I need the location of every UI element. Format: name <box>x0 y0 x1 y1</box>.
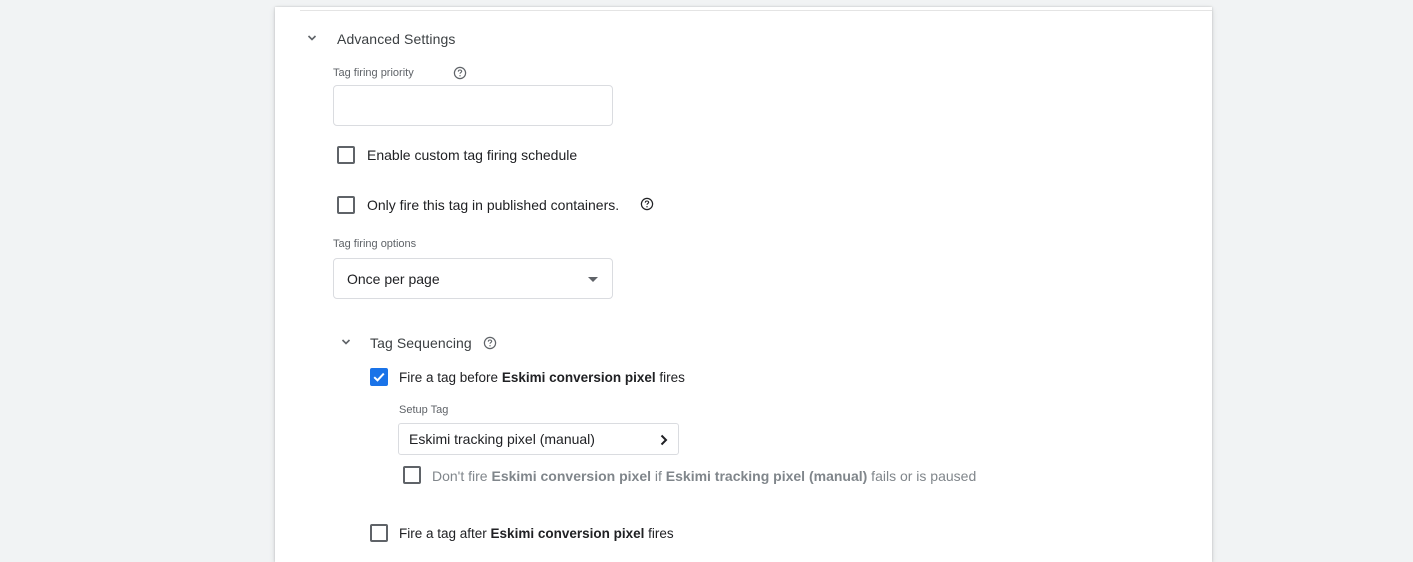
chevron-down-icon <box>307 35 317 41</box>
priority-help-icon-wrap[interactable] <box>453 66 467 85</box>
fire-before-tag-name: Eskimi conversion pixel <box>501 370 656 385</box>
tag-firing-options-value: Once per page <box>347 271 440 287</box>
fire-before-suffix: fires <box>655 370 685 385</box>
tag-firing-priority-input[interactable] <box>333 85 613 126</box>
chevron-right-icon <box>660 434 668 446</box>
published-only-checkbox[interactable] <box>337 196 355 214</box>
fire-after-prefix: Fire a tag after <box>399 526 491 541</box>
dont-fire-part1: Don't fire <box>432 468 492 484</box>
sequencing-help-icon-wrap[interactable] <box>483 336 497 355</box>
dont-fire-part2: if <box>651 468 666 484</box>
published-help-icon-wrap[interactable] <box>640 197 654 216</box>
setup-tag-select[interactable]: Eskimi tracking pixel (manual) <box>398 423 679 455</box>
tag-sequencing-toggle[interactable] <box>340 336 352 348</box>
dont-fire-tag-name: Eskimi conversion pixel <box>491 468 651 484</box>
dont-fire-part3: fails or is paused <box>867 468 977 484</box>
caret-down-icon <box>588 277 598 282</box>
tag-sequencing-title: Tag Sequencing <box>370 335 472 351</box>
fire-after-tag-name: Eskimi conversion pixel <box>490 526 645 541</box>
fire-before-prefix: Fire a tag before <box>399 370 502 385</box>
fire-after-suffix: fires <box>644 526 674 541</box>
tag-firing-options-select[interactable]: Once per page <box>333 258 613 299</box>
tag-firing-priority-label: Tag firing priority <box>333 67 414 79</box>
help-circle-icon[interactable] <box>640 197 654 211</box>
dont-fire-checkbox[interactable] <box>403 466 421 484</box>
advanced-settings-toggle[interactable] <box>306 32 318 44</box>
priority-label-text: Tag firing priority <box>333 67 414 79</box>
published-only-label: Only fire this tag in published containe… <box>367 197 620 213</box>
setup-tag-value: Eskimi tracking pixel (manual) <box>409 431 595 447</box>
advanced-settings-title: Advanced Settings <box>337 31 456 47</box>
chevron-down-icon <box>341 339 351 345</box>
fire-before-label: Fire a tag before Eskimi conversion pixe… <box>399 370 685 385</box>
check-icon <box>373 372 385 382</box>
tag-firing-options-label: Tag firing options <box>333 238 417 250</box>
help-circle-icon[interactable] <box>453 66 467 80</box>
dont-fire-setup-name: Eskimi tracking pixel (manual) <box>665 468 868 484</box>
fire-before-checkbox[interactable] <box>370 368 388 386</box>
help-circle-icon[interactable] <box>483 336 497 350</box>
tag-configuration-card: Advanced Settings Tag firing priority En… <box>275 7 1212 562</box>
custom-schedule-label: Enable custom tag firing schedule <box>367 147 578 163</box>
fire-after-label: Fire a tag after Eskimi conversion pixel… <box>399 526 674 541</box>
custom-schedule-checkbox[interactable] <box>337 146 355 164</box>
setup-tag-label: Setup Tag <box>399 404 449 416</box>
section-divider <box>300 10 1212 11</box>
dont-fire-label: Don't fire Eskimi conversion pixel if Es… <box>432 468 976 484</box>
fire-after-checkbox[interactable] <box>370 524 388 542</box>
